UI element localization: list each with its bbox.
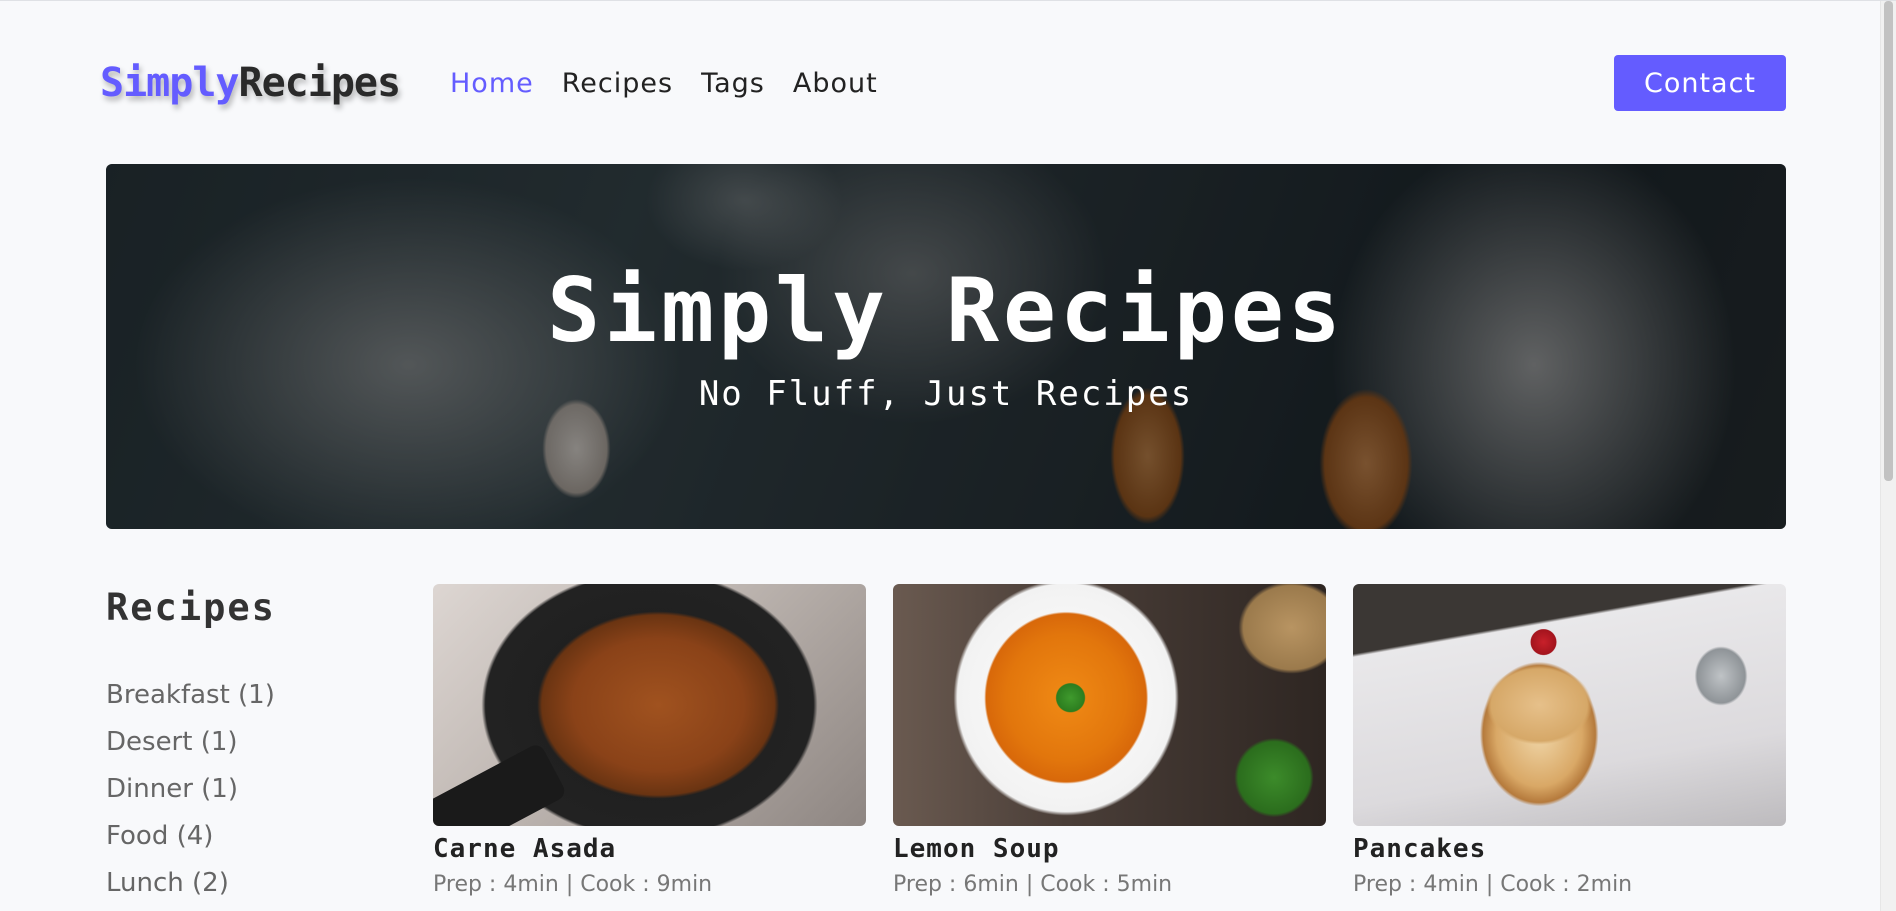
recipe-card-lemon-soup[interactable]: Lemon Soup Prep : 6min | Cook : 5min xyxy=(893,584,1326,897)
recipe-tags-sidebar: Recipes Breakfast (1) Desert (1) Dinner … xyxy=(106,586,396,907)
recipe-time-meta: Prep : 4min | Cook : 9min xyxy=(433,872,713,897)
logo-part-simply: Simply xyxy=(100,60,239,106)
carne-asada-photo[interactable] xyxy=(433,584,866,826)
hero-title: Simply Recipes xyxy=(547,259,1345,363)
navbar: Simply Recipes Home Recipes Tags About Co… xyxy=(100,55,1786,111)
hero-banner: Simply Recipes No Fluff, Just Recipes xyxy=(106,164,1786,529)
recipe-time-meta: Prep : 6min | Cook : 5min xyxy=(893,872,1173,897)
recipe-time-meta: Prep : 4min | Cook : 2min xyxy=(1353,872,1633,897)
sidebar-title: Recipes xyxy=(106,586,276,629)
recipe-title[interactable]: Carne Asada xyxy=(433,833,866,866)
hero-content: Simply Recipes No Fluff, Just Recipes xyxy=(106,164,1786,529)
tag-link-desert[interactable]: Desert (1) xyxy=(106,719,396,766)
page-scrollbar[interactable] xyxy=(1880,1,1896,911)
nav-link-tags[interactable]: Tags xyxy=(701,68,765,99)
tag-list: Breakfast (1) Desert (1) Dinner (1) Food… xyxy=(106,672,396,907)
pancakes-photo[interactable] xyxy=(1353,584,1786,826)
hero-subtitle: No Fluff, Just Recipes xyxy=(698,373,1194,414)
scrollbar-thumb[interactable] xyxy=(1884,1,1893,481)
recipe-title[interactable]: Pancakes xyxy=(1353,833,1786,866)
recipe-cards: Carne Asada Prep : 4min | Cook : 9min Le… xyxy=(433,584,1786,897)
nav-link-home[interactable]: Home xyxy=(450,68,534,99)
site-logo[interactable]: Simply Recipes xyxy=(100,55,402,111)
tag-link-food[interactable]: Food (4) xyxy=(106,813,396,860)
recipe-card-carne-asada[interactable]: Carne Asada Prep : 4min | Cook : 9min xyxy=(433,584,866,897)
logo-part-recipes: Recipes xyxy=(238,60,402,106)
contact-button[interactable]: Contact xyxy=(1614,55,1786,111)
recipe-title[interactable]: Lemon Soup xyxy=(893,833,1326,866)
tag-link-breakfast[interactable]: Breakfast (1) xyxy=(106,672,396,719)
tag-link-lunch[interactable]: Lunch (2) xyxy=(106,860,396,907)
recipe-card-pancakes[interactable]: Pancakes Prep : 4min | Cook : 2min xyxy=(1353,584,1786,897)
lemon-soup-photo[interactable] xyxy=(893,584,1326,826)
tag-link-dinner[interactable]: Dinner (1) xyxy=(106,766,396,813)
nav-link-about[interactable]: About xyxy=(793,68,878,99)
nav-link-recipes[interactable]: Recipes xyxy=(562,68,673,99)
nav-links: Home Recipes Tags About xyxy=(450,55,878,111)
